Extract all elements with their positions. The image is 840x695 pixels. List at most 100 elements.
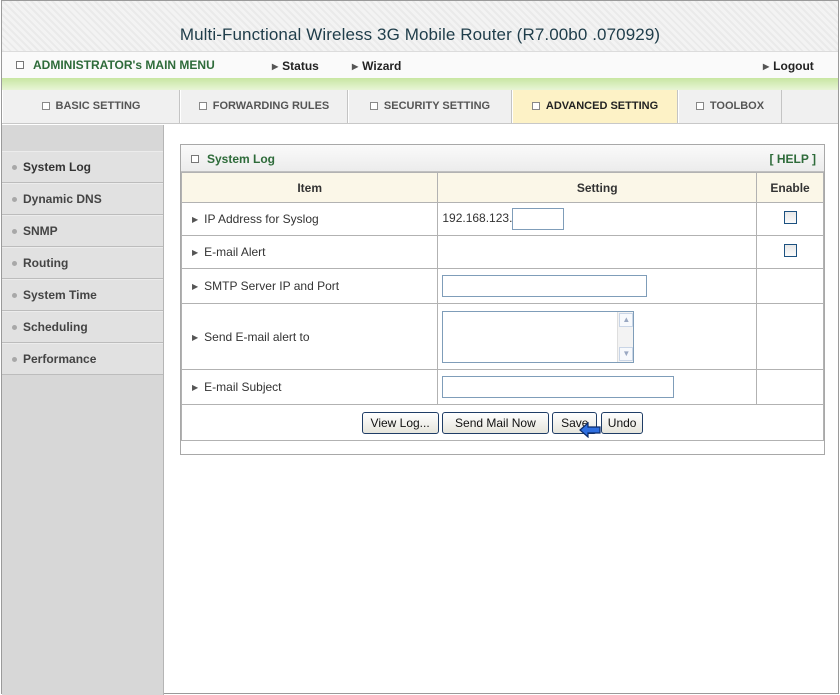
view-log-button[interactable]: View Log... xyxy=(361,411,439,434)
email-subject-input[interactable] xyxy=(442,376,675,398)
smtp-label: SMTP Server IP and Port xyxy=(204,279,340,293)
sidebar-item-scheduling[interactable]: Scheduling xyxy=(2,311,163,343)
arrow-right-icon: ▶ xyxy=(192,282,199,291)
arrow-right-icon: ▶ xyxy=(192,248,199,257)
sidebar-item-label: SNMP xyxy=(23,224,58,238)
send-mail-now-button[interactable]: Send Mail Now xyxy=(442,411,549,434)
admin-main-menu-label: ADMINISTRATOR's MAIN MENU xyxy=(33,58,215,72)
main-menu-bar: ADMINISTRATOR's MAIN MENU ▶ Status ▶ Wizar… xyxy=(2,51,838,78)
sidebar-item-dynamic-dns[interactable]: Dynamic DNS xyxy=(2,183,163,215)
table-row: ▶ E-mail Subject xyxy=(180,369,824,405)
enable-cell xyxy=(756,369,824,405)
sidebar: System Log Dynamic DNS SNMP Routing Syst… xyxy=(2,125,164,695)
send-to-setting-cell: ▲ ▼ xyxy=(437,303,758,370)
system-log-panel: System Log [ HELP ] Item Setting Enable … xyxy=(180,144,825,455)
row-label-cell: ▶ SMTP Server IP and Port xyxy=(180,268,439,304)
enable-cell xyxy=(756,235,824,269)
square-bullet-icon xyxy=(369,102,378,110)
sidebar-item-performance[interactable]: Performance xyxy=(2,343,163,375)
tab-advanced-setting[interactable]: ADVANCED SETTING xyxy=(512,90,678,123)
tab-toolbox[interactable]: TOOLBOX xyxy=(678,90,782,123)
square-bullet-icon xyxy=(695,102,704,110)
button-row: View Log... Send Mail Now Save Undo xyxy=(181,404,824,441)
panel-title-text: System Log xyxy=(207,152,276,166)
tab-label: ADVANCED SETTING xyxy=(545,100,659,112)
sidebar-item-label: Routing xyxy=(23,256,69,270)
status-label: Status xyxy=(282,59,319,73)
sidebar-item-label: Dynamic DNS xyxy=(23,192,102,206)
table-row: ▶ SMTP Server IP and Port xyxy=(180,268,824,304)
undo-button[interactable]: Undo xyxy=(600,411,644,434)
syslog-label: IP Address for Syslog xyxy=(204,212,319,226)
arrow-right-icon: ▶ xyxy=(763,62,770,71)
send-to-label: Send E-mail alert to xyxy=(204,329,310,344)
subject-label: E-mail Subject xyxy=(204,380,282,394)
button-cell: View Log... Send Mail Now Save Undo xyxy=(181,404,824,441)
tab-bar: BASIC SETTING FORWARDING RULES SECURITY … xyxy=(2,90,838,124)
syslog-setting-cell: 192.168.123. xyxy=(437,202,758,236)
sidebar-item-label: System Time xyxy=(23,288,97,302)
bullet-icon xyxy=(12,357,17,362)
settings-table: Item Setting Enable ▶ IP Address for Sysl… xyxy=(180,172,824,441)
column-header-item: Item xyxy=(180,172,439,203)
title-banner: Multi-Functional Wireless 3G Mobile Rout… xyxy=(2,1,838,51)
tab-label: TOOLBOX xyxy=(709,100,765,112)
smtp-server-input[interactable] xyxy=(442,275,648,297)
scroll-up-icon[interactable]: ▲ xyxy=(619,312,634,327)
admin-main-menu-link[interactable]: ADMINISTRATOR's MAIN MENU xyxy=(16,58,215,72)
logout-label: Logout xyxy=(773,59,814,73)
sidebar-item-routing[interactable]: Routing xyxy=(2,247,163,279)
row-label-cell: ▶ IP Address for Syslog xyxy=(180,202,439,236)
tab-label: BASIC SETTING xyxy=(55,100,141,112)
textarea-scrollbar[interactable]: ▲ ▼ xyxy=(617,311,634,362)
syslog-ip-prefix: 192.168.123. xyxy=(442,211,513,226)
table-row: ▶ IP Address for Syslog 192.168.123. xyxy=(180,202,824,236)
wizard-link[interactable]: ▶ Wizard xyxy=(352,59,401,73)
arrow-right-icon: ▶ xyxy=(352,62,359,71)
arrow-right-icon: ▶ xyxy=(272,62,279,71)
table-row: ▶ E-mail Alert xyxy=(180,235,824,269)
sidebar-item-snmp[interactable]: SNMP xyxy=(2,215,163,247)
email-alert-setting-cell xyxy=(437,235,758,269)
bullet-icon xyxy=(12,165,17,170)
tab-forwarding-rules[interactable]: FORWARDING RULES xyxy=(180,90,348,123)
bullet-icon xyxy=(12,261,17,266)
sidebar-item-label: Scheduling xyxy=(23,320,88,334)
pointer-cursor-icon xyxy=(579,422,601,438)
syslog-enable-checkbox[interactable] xyxy=(783,211,797,224)
panel-header: System Log [ HELP ] xyxy=(181,145,824,172)
send-to-textarea[interactable]: ▲ ▼ xyxy=(442,310,635,363)
tab-label: SECURITY SETTING xyxy=(383,100,491,112)
page-title: Multi-Functional Wireless 3G Mobile Rout… xyxy=(179,25,661,44)
sidebar-item-system-time[interactable]: System Time xyxy=(2,279,163,311)
bullet-icon xyxy=(12,325,17,330)
router-admin-page: Multi-Functional Wireless 3G Mobile Rout… xyxy=(1,0,839,695)
help-link[interactable]: [ HELP ] xyxy=(770,152,816,166)
square-bullet-icon xyxy=(191,155,199,163)
arrow-right-icon: ▶ xyxy=(192,215,199,224)
table-header-row: Item Setting Enable xyxy=(180,172,824,203)
status-link[interactable]: ▶ Status xyxy=(272,59,319,73)
square-bullet-icon xyxy=(531,102,540,110)
menu-divider xyxy=(2,78,838,90)
square-bullet-icon xyxy=(198,102,207,110)
email-alert-enable-checkbox[interactable] xyxy=(783,244,797,257)
sidebar-item-system-log[interactable]: System Log xyxy=(2,151,163,183)
enable-cell xyxy=(756,268,824,304)
row-label-cell: ▶ E-mail Subject xyxy=(180,369,439,405)
subject-setting-cell xyxy=(437,369,758,405)
tab-security-setting[interactable]: SECURITY SETTING xyxy=(348,90,512,123)
arrow-right-icon: ▶ xyxy=(192,383,199,392)
wizard-label: Wizard xyxy=(362,59,402,73)
enable-cell xyxy=(756,202,824,236)
arrow-right-icon: ▶ xyxy=(192,332,199,342)
logout-link[interactable]: ▶ Logout xyxy=(763,59,814,73)
tab-label: FORWARDING RULES xyxy=(212,100,330,112)
smtp-setting-cell xyxy=(437,268,758,304)
scroll-down-icon[interactable]: ▼ xyxy=(619,346,634,361)
sidebar-top-strip xyxy=(2,125,163,151)
syslog-ip-input[interactable] xyxy=(512,208,565,230)
tab-basic-setting[interactable]: BASIC SETTING xyxy=(2,90,180,123)
enable-cell xyxy=(756,303,824,370)
square-bullet-icon xyxy=(41,102,50,110)
